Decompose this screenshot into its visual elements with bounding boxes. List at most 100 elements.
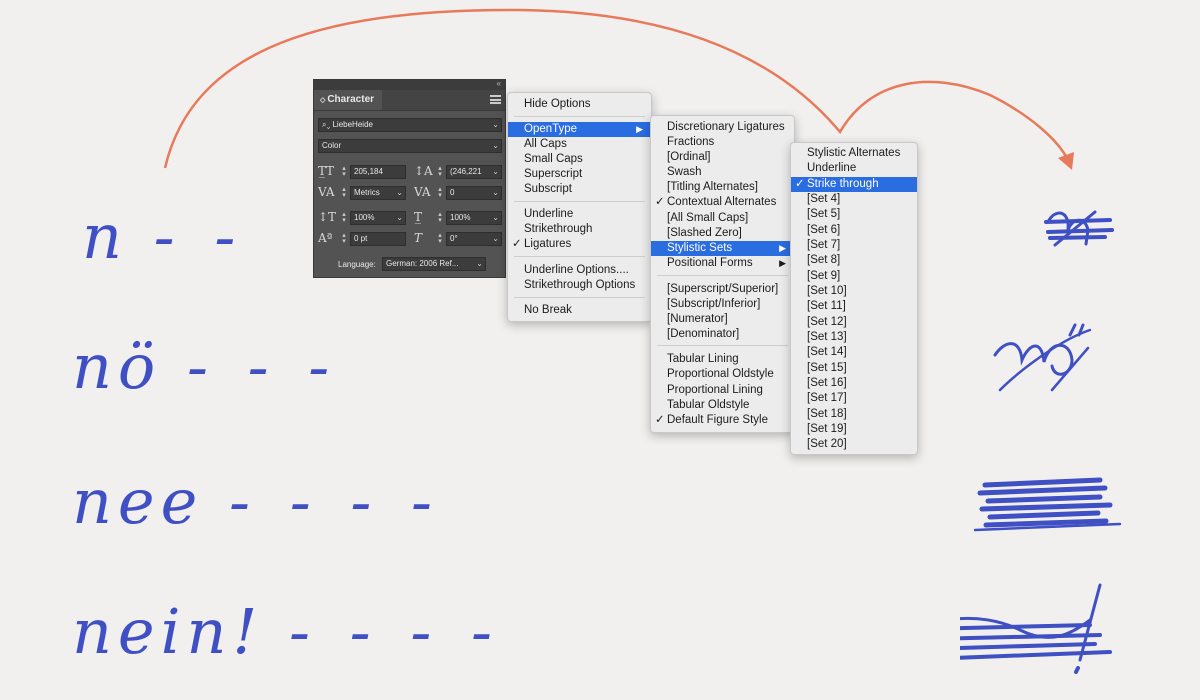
main-menu-item-label: Ligatures [524, 238, 572, 250]
stylistic-sets-menu-item[interactable]: [Set 20] [791, 437, 917, 452]
stylistic-sets-menu-item[interactable]: [Set 13] [791, 330, 917, 345]
font-size-stepper[interactable]: ▴ ▾ [340, 165, 348, 178]
stylistic-sets-menu-item[interactable]: [Set 7] [791, 238, 917, 253]
scribble-2 [993, 323, 1092, 392]
skew-stepper[interactable]: ▴ ▾ [436, 232, 444, 245]
stylistic-sets-menu-item[interactable]: ✓ Strike through [791, 177, 917, 192]
stylistic-sets-menu-item-label: [Set 18] [807, 408, 847, 420]
checkmark-icon: ✓ [795, 178, 805, 190]
stylistic-sets-menu-item-label: [Set 6] [807, 224, 841, 236]
opentype-menu-item[interactable]: Stylistic Sets ▶ [651, 241, 794, 256]
main-menu-item[interactable]: ✓ Ligatures [508, 237, 651, 252]
vertical-scale-value: 100% [354, 213, 375, 222]
opentype-menu-item[interactable]: [Ordinal] [651, 150, 794, 165]
stylistic-sets-menu-item[interactable]: [Set 19] [791, 422, 917, 437]
opentype-menu-item[interactable]: [Slashed Zero] [651, 226, 794, 241]
horizontal-scale-field[interactable]: 100% ⌄ [446, 211, 502, 225]
stylistic-sets-menu-item[interactable]: [Set 8] [791, 253, 917, 268]
handwriting-word: nö [72, 330, 162, 403]
tab-character[interactable]: ◇ Character [314, 90, 382, 110]
main-menu-item[interactable]: Strikethrough Options [508, 278, 651, 293]
opentype-menu-item[interactable]: Tabular Lining [651, 352, 794, 367]
font-family-dropdown[interactable]: ⌕⌄ LiebeHeide ⌄ [318, 118, 502, 132]
opentype-menu-item[interactable]: [Titling Alternates] [651, 180, 794, 195]
opentype-submenu: Discretionary Ligatures Fractions [Ordinal… [650, 115, 795, 433]
kerning-dropdown[interactable]: Metrics ⌄ [350, 186, 406, 200]
stylistic-sets-menu-item-label: Stylistic Alternates [807, 147, 901, 159]
stylistic-sets-menu-item[interactable]: [Set 14] [791, 345, 917, 360]
stylistic-sets-menu-item[interactable]: [Set 10] [791, 284, 917, 299]
stylistic-sets-menu-item[interactable]: [Set 9] [791, 269, 917, 284]
tab-character-label: Character [327, 94, 375, 105]
opentype-menu-item[interactable]: Tabular Oldstyle [651, 398, 794, 413]
collapse-icon[interactable]: « [497, 79, 501, 88]
main-menu-item[interactable]: Underline Options.... [508, 263, 651, 278]
opentype-menu-item-label: [All Small Caps] [667, 212, 749, 224]
font-style-dropdown[interactable]: Color ⌄ [318, 139, 502, 153]
stylistic-sets-menu-item[interactable]: [Set 11] [791, 299, 917, 314]
horizontal-scale-stepper[interactable]: ▴ ▾ [436, 211, 444, 224]
opentype-menu-item[interactable]: ✓ Contextual Alternates [651, 195, 794, 210]
opentype-menu-item[interactable]: [Subscript/Inferior] [651, 297, 794, 312]
main-menu-item-label: Underline [524, 208, 574, 220]
skew-field[interactable]: 0° ⌄ [446, 232, 502, 246]
strikethrough-samples [960, 210, 1122, 674]
baseline-shift-value: 0 pt [354, 234, 368, 243]
baseline-shift-stepper[interactable]: ▴ ▾ [340, 232, 348, 245]
opentype-menu-item[interactable]: Positional Forms ▶ [651, 256, 794, 271]
stylistic-sets-menu-item[interactable]: [Set 17] [791, 391, 917, 406]
opentype-menu-item-label: [Subscript/Inferior] [667, 298, 761, 310]
main-menu-item[interactable]: Superscript [508, 167, 651, 182]
leading-stepper[interactable]: ▴ ▾ [436, 165, 444, 178]
menu-separator [514, 201, 645, 202]
main-menu-item[interactable]: Hide Options [508, 97, 651, 112]
baseline-shift-field[interactable]: 0 pt [350, 232, 406, 246]
font-size-field[interactable]: 205,184 [350, 165, 406, 179]
opentype-menu-item-label: Fractions [667, 136, 715, 148]
stylistic-sets-menu-item[interactable]: [Set 12] [791, 315, 917, 330]
stylistic-sets-menu-item[interactable]: [Set 16] [791, 376, 917, 391]
main-menu-item[interactable]: Strikethrough [508, 222, 651, 237]
tracking-dropdown[interactable]: 0 ⌄ [446, 186, 502, 200]
stylistic-sets-menu-item[interactable]: [Set 18] [791, 407, 917, 422]
main-menu-item[interactable]: OpenType ▶ [508, 122, 651, 137]
chevron-down-icon: ⌄ [492, 141, 499, 150]
main-menu-item[interactable]: Subscript [508, 182, 651, 197]
stylistic-sets-menu-item-label: [Set 20] [807, 438, 847, 450]
panel-flyout-menu: Hide Options OpenType ▶ All Caps Small Caps S… [507, 92, 652, 322]
opentype-menu-item[interactable]: [Denominator] [651, 327, 794, 342]
opentype-menu-item[interactable]: Swash [651, 165, 794, 180]
opentype-menu-item[interactable]: Discretionary Ligatures [651, 120, 794, 135]
main-menu-item[interactable]: No Break [508, 303, 651, 318]
main-menu-item[interactable]: All Caps [508, 137, 651, 152]
opentype-menu-item[interactable]: [Superscript/Superior] [651, 282, 794, 297]
vertical-scale-field[interactable]: 100% ⌄ [350, 211, 406, 225]
vertical-scale-stepper[interactable]: ▴ ▾ [340, 211, 348, 224]
opentype-menu-item[interactable]: [Numerator] [651, 312, 794, 327]
language-dropdown[interactable]: German: 2006 Ref... ⌄ [382, 257, 486, 271]
stylistic-sets-menu-item[interactable]: [Set 6] [791, 223, 917, 238]
main-menu-item[interactable]: Underline [508, 207, 651, 222]
opentype-menu-item-label: [Slashed Zero] [667, 227, 742, 239]
opentype-menu-item[interactable]: ✓ Default Figure Style [651, 413, 794, 428]
stylistic-sets-menu-item-label: [Set 8] [807, 254, 841, 266]
opentype-menu-item[interactable]: Proportional Oldstyle [651, 367, 794, 382]
main-menu-item[interactable]: Small Caps [508, 152, 651, 167]
opentype-menu-item[interactable]: [All Small Caps] [651, 211, 794, 226]
stylistic-sets-menu-item-label: [Set 7] [807, 239, 841, 251]
stylistic-sets-menu-item[interactable]: Stylistic Alternates [791, 146, 917, 161]
stylistic-sets-menu-item[interactable]: [Set 5] [791, 207, 917, 222]
skew-value: 0° [450, 234, 458, 243]
opentype-menu-item[interactable]: Fractions [651, 135, 794, 150]
leading-field[interactable]: (246,221 ⌄ [446, 165, 502, 179]
kerning-stepper[interactable]: ▴ ▾ [340, 186, 348, 199]
stylistic-sets-menu-item-label: Strike through [807, 178, 879, 190]
panel-menu-icon[interactable] [490, 95, 501, 104]
stylistic-sets-menu-item[interactable]: [Set 15] [791, 361, 917, 376]
submenu-arrow-icon: ▶ [779, 258, 786, 268]
handwriting-word: nee [72, 465, 204, 538]
stylistic-sets-menu-item[interactable]: [Set 4] [791, 192, 917, 207]
opentype-menu-item[interactable]: Proportional Lining [651, 383, 794, 398]
tracking-stepper[interactable]: ▴ ▾ [436, 186, 444, 199]
stylistic-sets-menu-item[interactable]: Underline [791, 161, 917, 176]
